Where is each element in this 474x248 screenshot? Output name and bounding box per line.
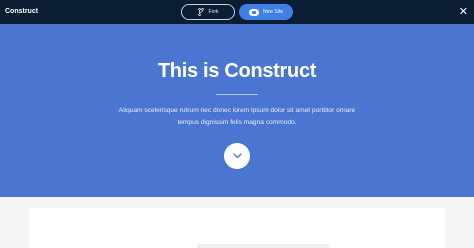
new-site-button-label: New Site bbox=[262, 9, 283, 15]
fork-button[interactable]: Fork bbox=[181, 4, 235, 20]
new-site-button[interactable]: New Site bbox=[239, 4, 293, 20]
close-button[interactable]: ✕ bbox=[459, 0, 468, 24]
content-section bbox=[29, 208, 445, 248]
brand-name: Construct bbox=[5, 8, 39, 15]
close-icon: ✕ bbox=[458, 6, 468, 18]
hero-description: Aliquam scelerisque rutrum nec donec lor… bbox=[118, 107, 356, 126]
scroll-down-button[interactable] bbox=[224, 143, 250, 169]
hero-divider bbox=[216, 94, 258, 95]
hero-banner: This is Construct Aliquam scelerisque ru… bbox=[0, 24, 474, 197]
git-fork-icon bbox=[197, 8, 204, 16]
section-heading-placeholder bbox=[197, 244, 329, 248]
fork-button-label: Fork bbox=[208, 9, 219, 15]
hero-title: This is Construct bbox=[157, 60, 317, 82]
chevron-down-icon bbox=[232, 153, 242, 159]
top-bar: Construct Fork New Site ✕ bbox=[0, 0, 474, 24]
cloud-icon bbox=[248, 8, 259, 16]
